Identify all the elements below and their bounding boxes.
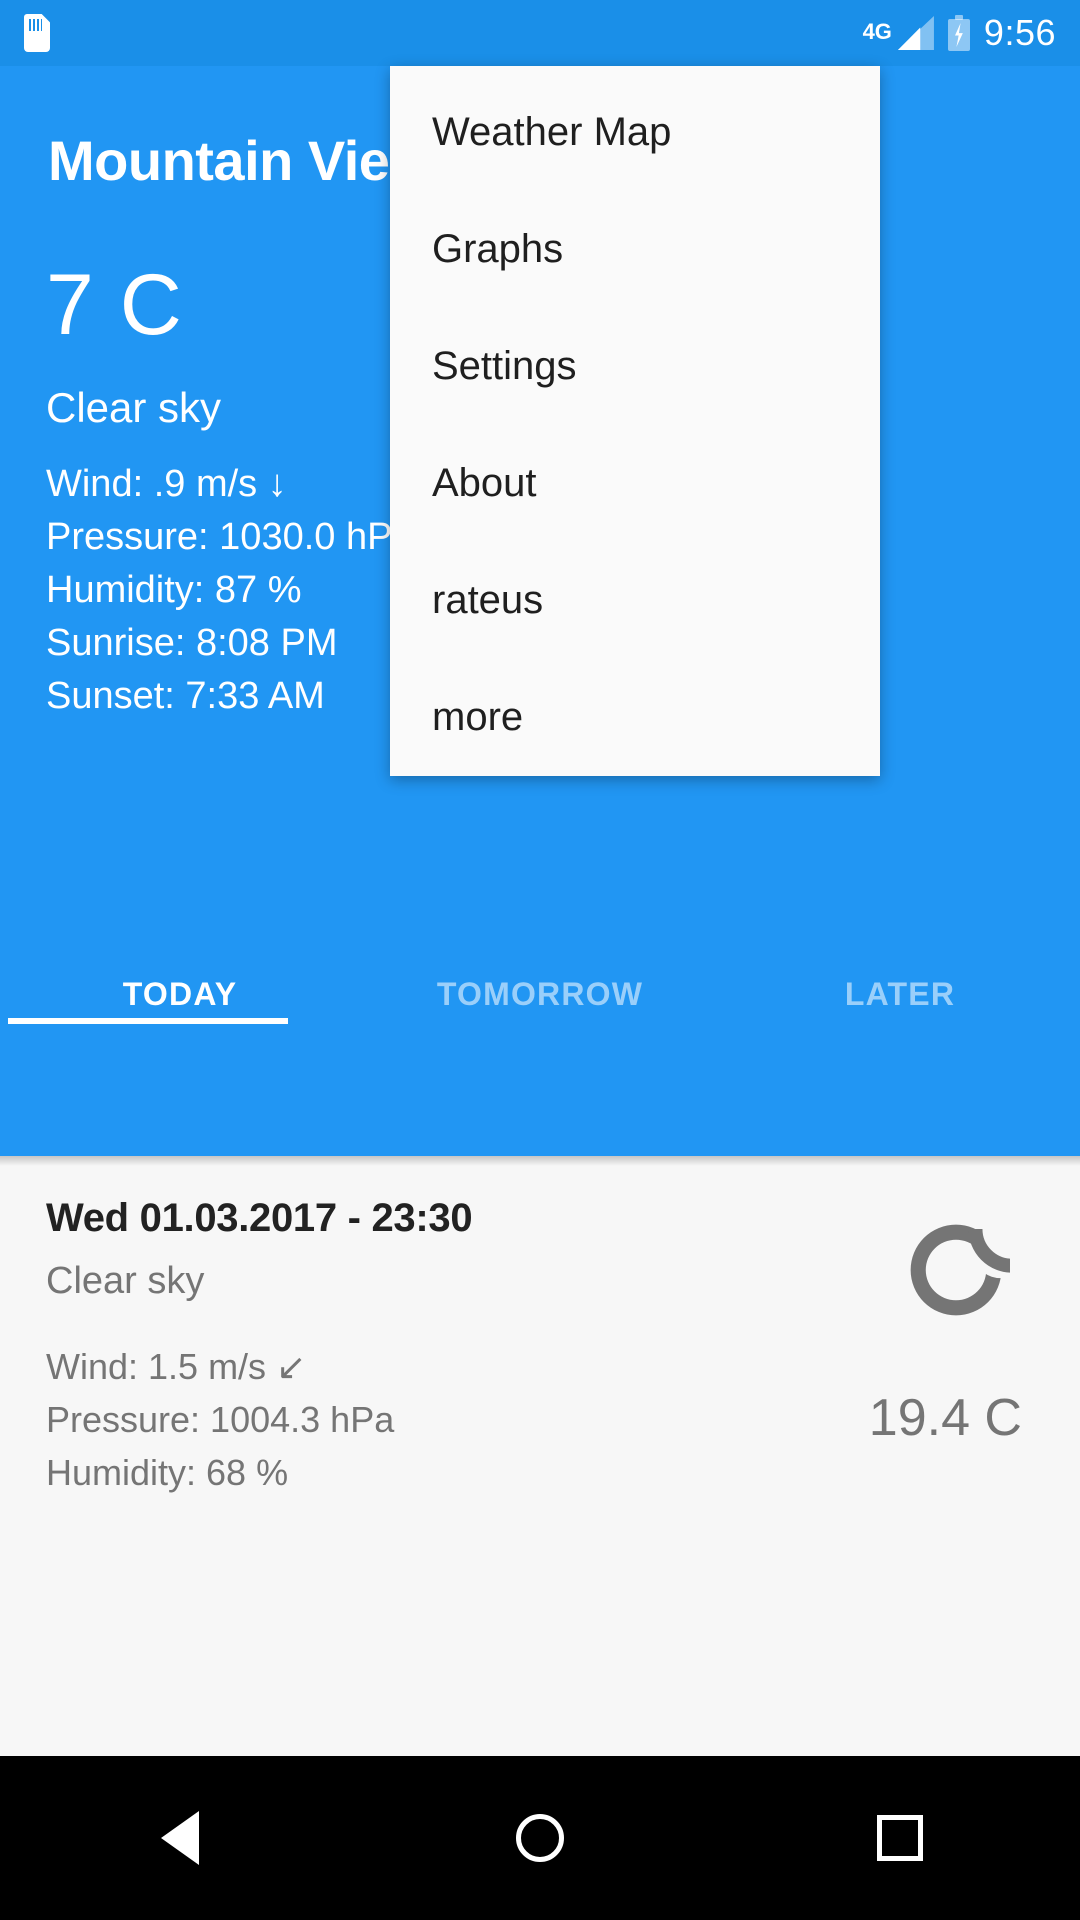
- back-triangle-icon: [161, 1811, 199, 1865]
- menu-item-more[interactable]: more: [390, 659, 880, 776]
- forecast-wind: Wind: 1.5 m/s ↙: [46, 1346, 307, 1387]
- forecast-pressure: Pressure: 1004.3 hPa: [46, 1399, 395, 1440]
- menu-item-weather-map[interactable]: Weather Map: [390, 74, 880, 191]
- forecast-temperature: 19.4 C: [868, 1389, 1022, 1447]
- current-temperature: 7 C: [46, 257, 183, 353]
- tab-selection-indicator: [8, 1018, 288, 1024]
- forecast-condition: Clear sky: [46, 1260, 205, 1302]
- city-title: Mountain Vie…: [48, 129, 445, 192]
- back-button[interactable]: [95, 1756, 265, 1920]
- forecast-datetime: Wed 01.03.2017 - 23:30: [46, 1196, 473, 1240]
- battery-charging-icon: [947, 15, 970, 51]
- tab-today[interactable]: TODAY: [0, 946, 360, 1042]
- crescent-moon-icon: [902, 1216, 1015, 1324]
- tab-later[interactable]: LATER: [720, 946, 1080, 1042]
- home-circle-icon: [516, 1814, 564, 1862]
- menu-item-rateus[interactable]: rateus: [390, 542, 880, 659]
- status-bar: 4G 9:56: [0, 0, 1080, 66]
- home-button[interactable]: [455, 1756, 625, 1920]
- tab-tomorrow[interactable]: TOMORROW: [360, 946, 720, 1042]
- recents-square-icon: [877, 1815, 923, 1861]
- recents-button[interactable]: [815, 1756, 985, 1920]
- forecast-humidity: Humidity: 68 %: [46, 1452, 289, 1493]
- current-condition: Clear sky: [46, 384, 222, 431]
- forecast-card[interactable]: Wed 01.03.2017 - 23:30 Clear sky Wind: 1…: [0, 1156, 1080, 1756]
- forecast-detail-list: Wind: 1.5 m/s ↙ Pressure: 1004.3 hPa Hum…: [46, 1340, 394, 1499]
- tab-bar: TODAY TOMORROW LATER: [0, 946, 1080, 1042]
- signal-bars-icon: [897, 16, 934, 50]
- status-bar-left: [24, 14, 50, 52]
- menu-item-graphs[interactable]: Graphs: [390, 191, 880, 308]
- phone-screen: 4G 9:56 Mountain Vie… 7 C Clear sky Wind…: [0, 0, 1080, 1920]
- status-bar-clock: 9:56: [983, 12, 1056, 53]
- network-type-label: 4G: [862, 19, 892, 44]
- menu-item-settings[interactable]: Settings: [390, 308, 880, 425]
- status-bar-right: 4G 9:56: [863, 9, 1056, 57]
- sd-card-icon: [24, 14, 50, 52]
- android-nav-bar: [0, 1756, 1080, 1920]
- menu-item-about[interactable]: About: [390, 425, 880, 542]
- overflow-menu: Weather Map Graphs Settings About rateus…: [390, 66, 880, 776]
- card-top-shadow: [0, 1156, 1080, 1166]
